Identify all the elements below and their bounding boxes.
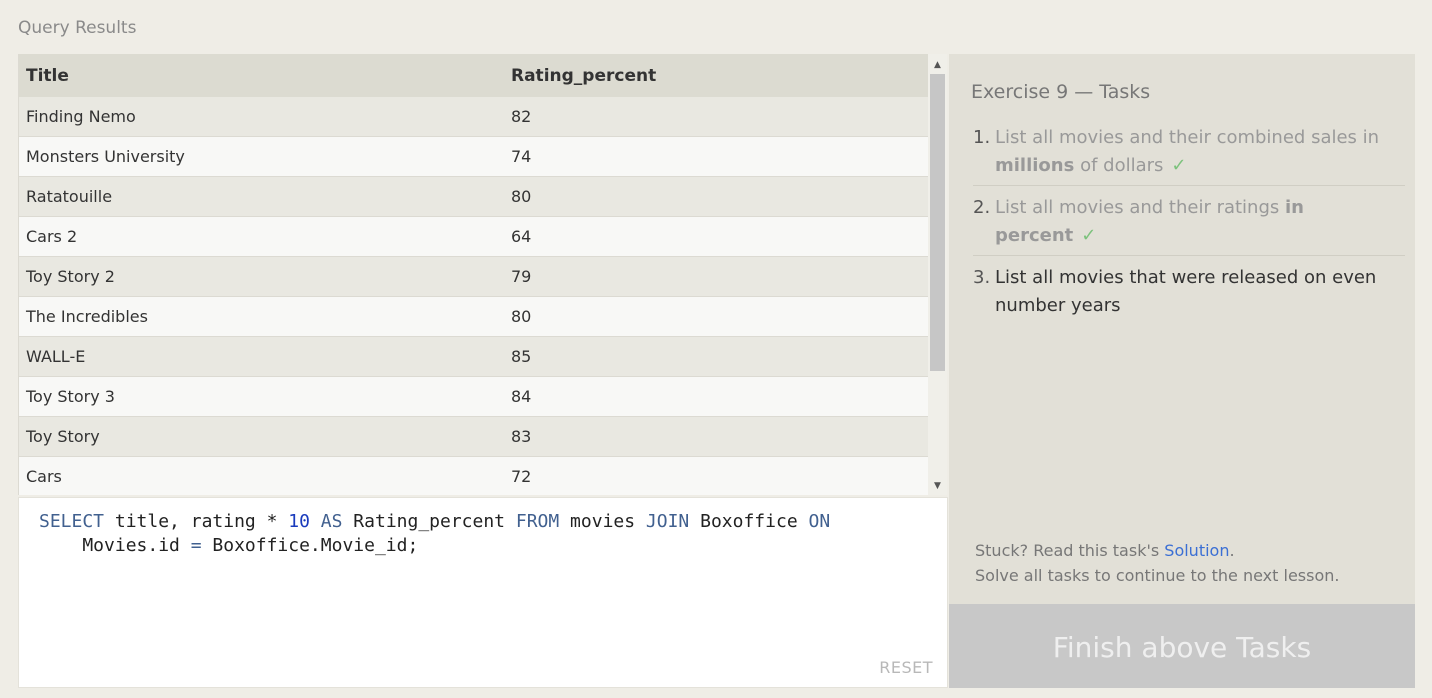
task-item-2: 2. List all movies and their ratings in p… xyxy=(973,192,1405,256)
cell-title: Monsters University xyxy=(19,136,504,177)
task-text-bold: millions xyxy=(995,155,1075,176)
cell-title: WALL-E xyxy=(19,336,504,377)
cell-rating-percent: 80 xyxy=(504,176,929,217)
sql-code[interactable]: SELECT title, rating * 10 AS Rating_perc… xyxy=(39,510,830,558)
task-list: 1. List all movies and their combined sal… xyxy=(973,122,1405,325)
tasks-heading: Exercise 9 — Tasks xyxy=(971,81,1151,103)
code-fragment: title, rating * xyxy=(104,511,289,532)
help-prefix: Stuck? Read this task's xyxy=(975,541,1165,560)
cell-title: Cars xyxy=(19,456,504,495)
cell-title: Toy Story 3 xyxy=(19,376,504,417)
kw-select: SELECT xyxy=(39,511,105,532)
cell-rating-percent: 74 xyxy=(504,136,929,177)
kw-as: AS xyxy=(309,511,343,532)
cell-title: Cars 2 xyxy=(19,216,504,257)
scroll-down-arrow-icon[interactable]: ▼ xyxy=(928,477,947,495)
table-row: Toy Story 3 84 xyxy=(19,376,929,417)
task-text: List all movies and their combined sales… xyxy=(995,127,1380,148)
task-number: 1. xyxy=(973,127,991,148)
kw-from: FROM xyxy=(515,511,560,532)
tasks-panel: Exercise 9 — Tasks 1. List all movies and… xyxy=(949,54,1415,604)
cell-rating-percent: 82 xyxy=(504,97,929,137)
scroll-up-arrow-icon[interactable]: ▲ xyxy=(928,56,947,74)
table-row: Cars 72 xyxy=(19,456,929,495)
task-item-1: 1. List all movies and their combined sal… xyxy=(973,122,1405,186)
table-row: WALL-E 85 xyxy=(19,336,929,377)
query-results-table: Title Rating_percent Finding Nemo 82 Monst… xyxy=(18,54,929,495)
table-row: Toy Story 83 xyxy=(19,416,929,457)
finish-tasks-button[interactable]: Finish above Tasks xyxy=(949,604,1415,688)
code-operator: = xyxy=(190,535,202,556)
task-text: List all movies and their ratings xyxy=(995,197,1285,218)
sql-editor[interactable]: SELECT title, rating * 10 AS Rating_perc… xyxy=(18,497,948,688)
table-row: Finding Nemo 82 xyxy=(19,97,929,137)
column-header-title: Title xyxy=(19,54,504,97)
scroll-thumb[interactable] xyxy=(930,74,945,371)
check-icon: ✓ xyxy=(1171,155,1187,176)
cell-title: Finding Nemo xyxy=(19,97,504,137)
cell-rating-percent: 83 xyxy=(504,416,929,457)
table-row: Cars 2 64 xyxy=(19,216,929,257)
check-icon: ✓ xyxy=(1081,225,1097,246)
solution-link[interactable]: Solution xyxy=(1164,541,1229,560)
reset-button[interactable]: RESET xyxy=(879,658,933,677)
help-suffix: . xyxy=(1229,541,1235,560)
table-row: Ratatouille 80 xyxy=(19,176,929,217)
cell-rating-percent: 85 xyxy=(504,336,929,377)
code-fragment: Boxoffice.Movie_id; xyxy=(201,535,419,556)
kw-join: JOIN xyxy=(645,511,690,532)
code-fragment: movies xyxy=(559,511,646,532)
task-item-3: 3. List all movies that were released on … xyxy=(973,262,1405,325)
cell-rating-percent: 80 xyxy=(504,296,929,337)
cell-title: The Incredibles xyxy=(19,296,504,337)
results-scrollbar[interactable]: ▲ ▼ xyxy=(928,54,947,495)
cell-rating-percent: 72 xyxy=(504,456,929,495)
column-header-rating-percent: Rating_percent xyxy=(504,54,929,97)
cell-title: Ratatouille xyxy=(19,176,504,217)
table-row: The Incredibles 80 xyxy=(19,296,929,337)
code-fragment: Boxoffice xyxy=(689,511,809,532)
section-title: Query Results xyxy=(18,18,137,38)
table-row: Monsters University 74 xyxy=(19,136,929,177)
help-text: Stuck? Read this task's Solution. Solve … xyxy=(975,538,1339,588)
cell-rating-percent: 84 xyxy=(504,376,929,417)
kw-on: ON xyxy=(808,511,831,532)
task-number: 2. xyxy=(973,197,991,218)
code-number: 10 xyxy=(288,511,310,532)
cell-title: Toy Story xyxy=(19,416,504,457)
cell-rating-percent: 64 xyxy=(504,216,929,257)
task-text: of dollars xyxy=(1074,155,1164,176)
code-fragment: Movies.id xyxy=(39,535,191,556)
task-text: List all movies that were released on ev… xyxy=(995,267,1377,316)
task-number: 3. xyxy=(973,267,991,288)
table-header-row: Title Rating_percent xyxy=(19,54,929,97)
cell-title: Toy Story 2 xyxy=(19,256,504,297)
cell-rating-percent: 79 xyxy=(504,256,929,297)
help-line-2: Solve all tasks to continue to the next … xyxy=(975,566,1340,585)
code-fragment: Rating_percent xyxy=(342,511,516,532)
table-row: Toy Story 2 79 xyxy=(19,256,929,297)
